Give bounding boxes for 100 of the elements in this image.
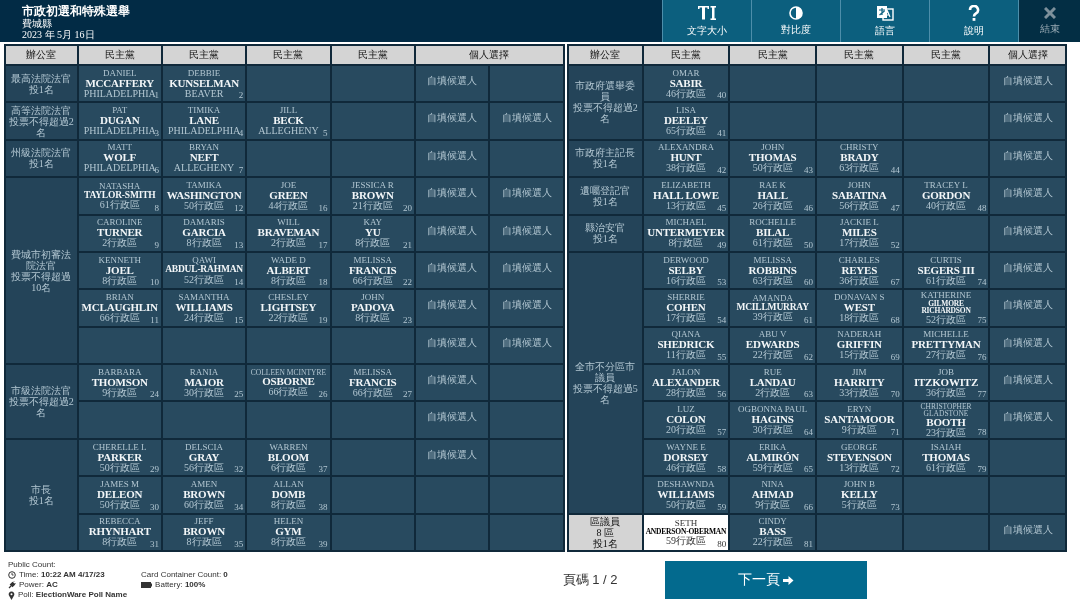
write-in-option[interactable]: 自填候選人 <box>490 252 563 289</box>
candidate-cell[interactable]: MICHELLE PRETTYMAN 27行政區 76 <box>903 327 989 364</box>
candidate-cell[interactable]: JACKIE L MILES 17行政區 52 <box>817 215 902 251</box>
candidate-cell[interactable]: BRIAN MCLAUGHLIN 66行政區 11 <box>78 290 161 326</box>
candidate-cell[interactable]: OGBONNA PAUL HAGINS 30行政區 64 <box>730 402 815 438</box>
candidate-cell[interactable]: JESSICA R BROWN 21行政區 20 <box>331 178 414 214</box>
candidate-cell[interactable]: JOHN PADOVA 8行政區 23 <box>331 290 414 326</box>
write-in-option[interactable]: 自填候選人 <box>990 103 1065 139</box>
candidate-cell[interactable]: LISA DEELEY 65行政區 41 <box>643 103 729 139</box>
write-in-option[interactable]: 自填候選人 <box>415 439 489 476</box>
candidate-cell[interactable]: CAROLINE TURNER 2行政區 9 <box>78 215 161 251</box>
candidate-cell[interactable]: WAYNE E DORSEY 46行政區 58 <box>643 439 729 476</box>
candidate-cell[interactable]: HELEN GYM 8行政區 39 <box>247 514 330 550</box>
candidate-cell[interactable]: JALON ALEXANDER 28行政區 56 <box>643 365 729 401</box>
candidate-cell[interactable]: OMAR SABIR 46行政區 40 <box>643 66 729 102</box>
write-in-option[interactable]: 自填候選人 <box>415 365 489 401</box>
candidate-cell[interactable]: ELIZABETH HALL LOWE 13行政區 45 <box>643 178 729 214</box>
write-in-option[interactable]: 自填候選人 <box>990 252 1065 289</box>
candidate-cell[interactable]: WILL BRAVEMAN 2行政區 17 <box>247 215 330 251</box>
candidate-cell[interactable]: JILL BECK ALLEGHENY 5 <box>247 103 330 139</box>
write-in-option[interactable]: 自填候選人 <box>415 327 489 364</box>
candidate-cell[interactable]: JOHN B KELLY 5行政區 73 <box>817 477 902 513</box>
write-in-option[interactable]: 自填候選人 <box>490 215 563 251</box>
candidate-cell[interactable]: CHERELLE L PARKER 50行政區 29 <box>78 439 161 476</box>
candidate-cell[interactable]: SHERRIE COHEN 17行政區 54 <box>643 290 729 326</box>
write-in-option[interactable]: 自填候選人 <box>990 327 1065 364</box>
candidate-cell[interactable]: MELISSA FRANCIS 66行政區 22 <box>331 252 414 289</box>
write-in-option[interactable]: 自填候選人 <box>990 215 1065 251</box>
write-in-option[interactable]: 自填候選人 <box>415 290 489 326</box>
candidate-cell[interactable]: KENNETH JOEL 8行政區 10 <box>78 252 161 289</box>
write-in-option[interactable]: 自填候選人 <box>990 66 1065 102</box>
candidate-cell[interactable]: JOHN THOMAS 50行政區 43 <box>730 140 815 177</box>
help-button[interactable]: 說明 <box>929 0 1018 42</box>
language-button[interactable]: 語言 <box>840 0 929 42</box>
candidate-cell[interactable]: CHARLES REYES 36行政區 67 <box>817 252 902 289</box>
candidate-cell[interactable]: TAMIKA WASHINGTON 50行政區 12 <box>162 178 246 214</box>
write-in-option[interactable]: 自填候選人 <box>990 514 1065 550</box>
candidate-cell[interactable]: MELISSA FRANCIS 66行政區 27 <box>331 365 414 401</box>
candidate-cell[interactable]: DEBBIE KUNSELMAN BEAVER 2 <box>162 66 246 102</box>
write-in-option[interactable]: 自填候選人 <box>415 103 489 139</box>
candidate-cell[interactable]: RUE LANDAU 2行政區 63 <box>730 365 815 401</box>
candidate-cell[interactable]: DAMARIS GARCIA 8行政區 13 <box>162 215 246 251</box>
candidate-cell[interactable]: ERYN SANTAMOOR 9行政區 71 <box>817 402 902 438</box>
candidate-cell[interactable]: MICHAEL UNTERMEYER 8行政區 49 <box>643 215 729 251</box>
candidate-cell[interactable]: LUZ COLON 20行政區 57 <box>643 402 729 438</box>
write-in-option[interactable]: 自填候選人 <box>990 178 1065 214</box>
candidate-cell[interactable]: JAMES M DELEON 50行政區 30 <box>78 477 161 513</box>
candidate-cell[interactable]: NADERAH GRIFFIN 15行政區 69 <box>817 327 902 364</box>
text-size-button[interactable]: 文字大小 <box>662 0 751 42</box>
candidate-cell[interactable]: AMANDA MCILLMURRAY 39行政區 61 <box>730 290 815 326</box>
candidate-cell[interactable]: KAY YU 8行政區 21 <box>331 215 414 251</box>
candidate-cell[interactable]: NINA AHMAD 9行政區 66 <box>730 477 815 513</box>
candidate-cell[interactable]: ROCHELLE BILAL 61行政區 50 <box>730 215 815 251</box>
write-in-option[interactable]: 自填候選人 <box>415 66 489 102</box>
write-in-option[interactable]: 自填候選人 <box>490 103 563 139</box>
candidate-cell[interactable]: DELSCIA GRAY 56行政區 32 <box>162 439 246 476</box>
candidate-cell[interactable]: NATASHA TAYLOR-SMITH 61行政區 8 <box>78 178 161 214</box>
candidate-cell[interactable]: JEFF BROWN 8行政區 35 <box>162 514 246 550</box>
candidate-cell[interactable]: WADE D ALBERT 8行政區 18 <box>247 252 330 289</box>
candidate-cell[interactable]: DONAVAN S WEST 18行政區 68 <box>817 290 902 326</box>
candidate-cell[interactable]: QIANA SHEDRICK 11行政區 55 <box>643 327 729 364</box>
candidate-cell[interactable]: AMEN BROWN 60行政區 34 <box>162 477 246 513</box>
candidate-cell[interactable]: BRYAN NEFT ALLEGHENY 7 <box>162 140 246 177</box>
candidate-cell[interactable]: CURTIS SEGERS III 61行政區 74 <box>903 252 989 289</box>
candidate-cell[interactable]: WARREN BLOOM 6行政區 37 <box>247 439 330 476</box>
write-in-option[interactable]: 自填候選人 <box>990 402 1065 438</box>
candidate-cell[interactable]: TRACEY L GORDON 40行政區 48 <box>903 178 989 214</box>
candidate-cell[interactable]: JIM HARRITY 33行政區 70 <box>817 365 902 401</box>
write-in-option[interactable]: 自填候選人 <box>990 140 1065 177</box>
candidate-cell[interactable]: JOE GREEN 44行政區 16 <box>247 178 330 214</box>
write-in-option[interactable]: 自填候選人 <box>490 290 563 326</box>
candidate-cell[interactable]: BARBARA THOMSON 9行政區 24 <box>78 365 161 401</box>
candidate-cell[interactable]: ABU V EDWARDS 22行政區 62 <box>730 327 815 364</box>
candidate-cell[interactable]: QAWI ABDUL-RAHMAN 52行政區 14 <box>162 252 246 289</box>
candidate-cell[interactable]: RAE K HALL 26行政區 46 <box>730 178 815 214</box>
candidate-cell[interactable]: GEORGE STEVENSON 13行政區 72 <box>817 439 902 476</box>
candidate-cell[interactable]: ERIKA ALMIRÓN 59行政區 65 <box>730 439 815 476</box>
write-in-option[interactable]: 自填候選人 <box>415 215 489 251</box>
candidate-cell[interactable]: JOHN SABATINA 56行政區 47 <box>817 178 902 214</box>
candidate-cell[interactable]: MELISSA ROBBINS 63行政區 60 <box>730 252 815 289</box>
write-in-option[interactable]: 自填候選人 <box>415 178 489 214</box>
next-page-button[interactable]: 下一頁 <box>665 561 867 599</box>
candidate-cell[interactable]: SAMANTHA WILLIAMS 24行政區 15 <box>162 290 246 326</box>
candidate-cell[interactable]: ISAIAH THOMAS 61行政區 79 <box>903 439 989 476</box>
write-in-option[interactable]: 自填候選人 <box>990 290 1065 326</box>
write-in-option[interactable]: 自填候選人 <box>415 402 489 438</box>
write-in-option[interactable]: 自填候選人 <box>415 252 489 289</box>
candidate-cell[interactable]: ALLAN DOMB 8行政區 38 <box>247 477 330 513</box>
candidate-cell[interactable]: CHESLEY LIGHTSEY 22行政區 19 <box>247 290 330 326</box>
write-in-option[interactable]: 自填候選人 <box>990 365 1065 401</box>
candidate-cell[interactable]: CHRISTY BRADY 63行政區 44 <box>817 140 902 177</box>
write-in-option[interactable]: 自填候選人 <box>415 140 489 177</box>
candidate-cell[interactable]: RANIA MAJOR 30行政區 25 <box>162 365 246 401</box>
candidate-cell[interactable]: REBECCA RHYNHART 8行政區 31 <box>78 514 161 550</box>
write-in-option[interactable]: 自填候選人 <box>490 178 563 214</box>
contrast-button[interactable]: 對比度 <box>751 0 840 42</box>
candidate-cell[interactable]: DESHAWNDA WILLIAMS 50行政區 59 <box>643 477 729 513</box>
candidate-cell[interactable]: DERWOOD SELBY 16行政區 53 <box>643 252 729 289</box>
candidate-cell[interactable]: CINDY BASS 22行政區 81 <box>730 514 815 550</box>
write-in-option[interactable]: 自填候選人 <box>490 327 563 364</box>
